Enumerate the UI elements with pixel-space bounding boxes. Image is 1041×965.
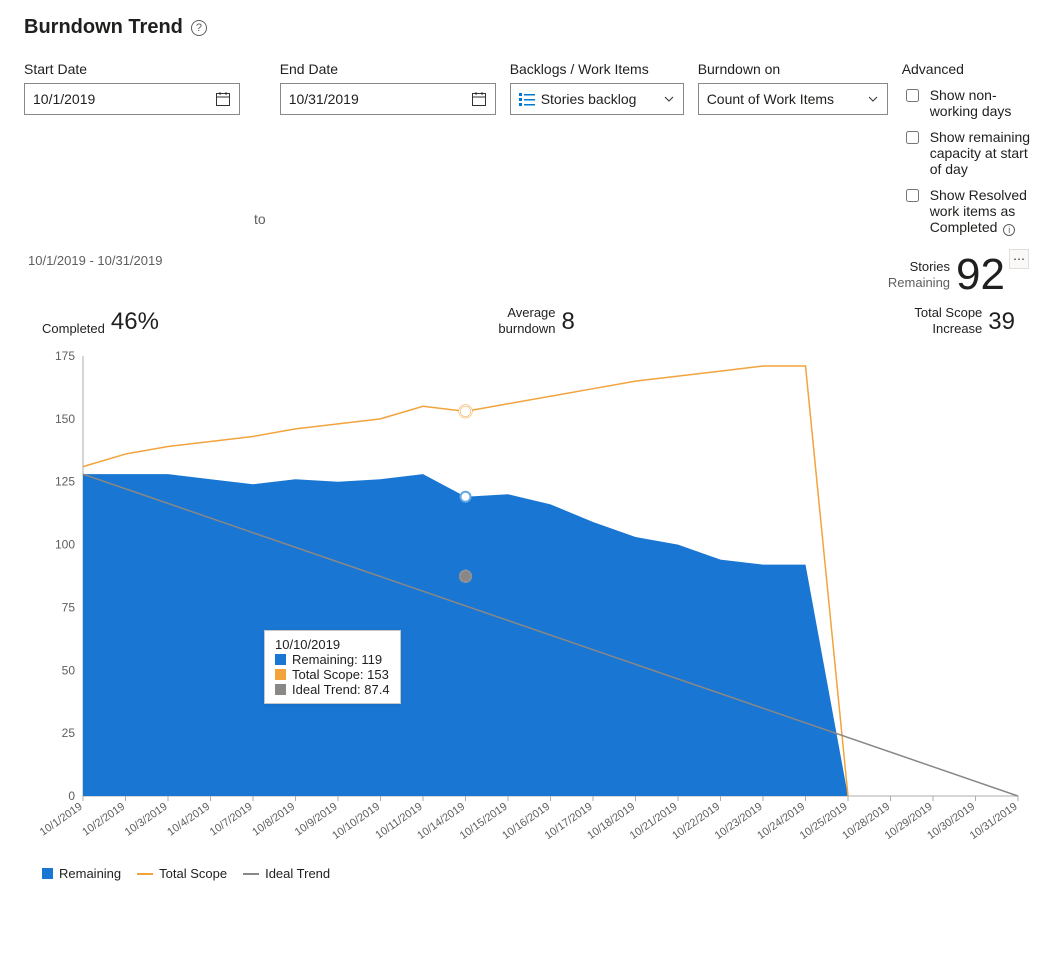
tooltip-date: 10/10/2019 — [275, 637, 390, 652]
svg-text:10/31/2019: 10/31/2019 — [968, 801, 1020, 842]
end-date-input[interactable]: 10/31/2019 — [280, 83, 496, 115]
square-icon — [42, 868, 53, 879]
more-menu-button[interactable]: ⋯ — [1009, 249, 1029, 269]
svg-text:10/3/2019: 10/3/2019 — [123, 801, 170, 839]
show-capacity-toggle[interactable]: Show remaining capacity at start of day — [902, 129, 1033, 177]
stories-remaining-value: 92 — [956, 253, 1005, 297]
chevron-down-icon — [663, 93, 675, 105]
show-nonworking-label: Show non-working days — [930, 87, 1033, 119]
chart-legend: Remaining Total Scope Ideal Trend — [24, 856, 1033, 881]
info-icon[interactable]: i — [1003, 224, 1015, 236]
line-icon — [137, 873, 153, 875]
backlog-icon — [519, 92, 535, 106]
svg-text:10/2/2019: 10/2/2019 — [80, 801, 127, 839]
advanced-label: Advanced — [902, 61, 1033, 77]
backlogs-dropdown[interactable]: Stories backlog — [510, 83, 684, 115]
burndown-on-dropdown[interactable]: Count of Work Items — [698, 83, 888, 115]
end-date-label: End Date — [280, 61, 496, 77]
svg-text:125: 125 — [55, 475, 75, 489]
svg-text:10/1/2019: 10/1/2019 — [38, 801, 85, 839]
legend-ideal-trend[interactable]: Ideal Trend — [243, 866, 330, 881]
avg-burndown-label-1: Average — [507, 305, 555, 320]
burndown-on-label: Burndown on — [698, 61, 888, 77]
chart-date-range: 10/1/2019 - 10/31/2019 — [28, 253, 162, 268]
scope-increase-value: 39 — [988, 308, 1015, 336]
show-capacity-label: Show remaining capacity at start of day — [930, 129, 1033, 177]
square-icon — [275, 654, 286, 665]
burndown-on-value: Count of Work Items — [707, 91, 834, 107]
scope-increase-label-2: Increase — [932, 321, 982, 336]
square-icon — [275, 684, 286, 695]
backlogs-value: Stories backlog — [541, 91, 637, 107]
calendar-icon[interactable] — [215, 91, 231, 107]
svg-text:75: 75 — [62, 601, 76, 615]
avg-burndown-value: 8 — [562, 308, 575, 336]
line-icon — [243, 873, 259, 875]
chevron-down-icon — [867, 93, 879, 105]
svg-text:25: 25 — [62, 726, 76, 740]
svg-text:50: 50 — [62, 663, 76, 677]
svg-text:10/10/2019: 10/10/2019 — [330, 801, 382, 842]
stories-label: Stories — [888, 259, 950, 275]
svg-text:150: 150 — [55, 412, 75, 426]
end-date-value: 10/31/2019 — [289, 91, 359, 107]
chart-tooltip: 10/10/2019 Remaining: 119 Total Scope: 1… — [264, 630, 401, 704]
tooltip-ideal: Ideal Trend: 87.4 — [292, 682, 390, 697]
svg-text:10/7/2019: 10/7/2019 — [208, 801, 255, 839]
page-title: Burndown Trend — [24, 16, 183, 39]
help-icon[interactable]: ? — [191, 20, 207, 36]
show-resolved-toggle[interactable]: Show Resolved work items as Completed i — [902, 187, 1033, 235]
completed-label: Completed — [42, 321, 105, 337]
svg-text:175: 175 — [55, 349, 75, 363]
show-nonworking-toggle[interactable]: Show non-working days — [902, 87, 1033, 119]
avg-burndown-label-2: burndown — [498, 321, 555, 336]
to-label: to — [254, 211, 266, 235]
show-nonworking-checkbox[interactable] — [906, 89, 919, 102]
square-icon — [275, 669, 286, 680]
svg-text:100: 100 — [55, 538, 75, 552]
calendar-icon[interactable] — [471, 91, 487, 107]
backlogs-label: Backlogs / Work Items — [510, 61, 684, 77]
tooltip-remaining: Remaining: 119 — [292, 652, 382, 667]
start-date-input[interactable]: 10/1/2019 — [24, 83, 240, 115]
svg-text:10/8/2019: 10/8/2019 — [250, 801, 297, 839]
completed-value: 46% — [111, 308, 159, 336]
burndown-chart[interactable]: 025507510012515017510/1/201910/2/201910/… — [28, 346, 1028, 856]
show-capacity-checkbox[interactable] — [906, 131, 919, 144]
start-date-value: 10/1/2019 — [33, 91, 95, 107]
legend-remaining[interactable]: Remaining — [42, 866, 121, 881]
svg-text:10/4/2019: 10/4/2019 — [165, 801, 212, 839]
scope-increase-label-1: Total Scope — [914, 305, 982, 320]
start-date-label: Start Date — [24, 61, 240, 77]
legend-total-scope[interactable]: Total Scope — [137, 866, 227, 881]
tooltip-scope: Total Scope: 153 — [292, 667, 389, 682]
remaining-label: Remaining — [888, 275, 950, 291]
svg-text:0: 0 — [68, 789, 75, 803]
show-resolved-checkbox[interactable] — [906, 189, 919, 202]
